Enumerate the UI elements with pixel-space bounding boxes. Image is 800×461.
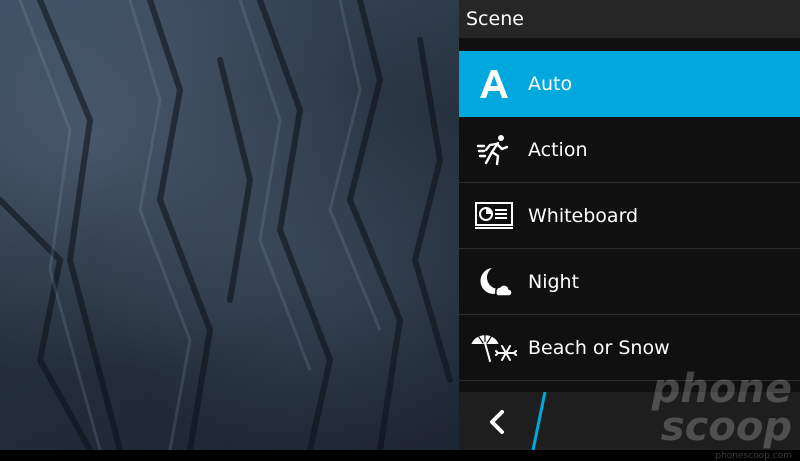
- moon-cloud-icon: [459, 265, 528, 299]
- phonescoop-watermark: phone scoop phonescoop.com: [651, 366, 792, 461]
- watermark-line-1: phone: [651, 366, 792, 412]
- scene-item-action[interactable]: Action: [459, 117, 800, 183]
- watermark-line-2: scoop: [660, 404, 792, 450]
- action-bar-divider: [531, 392, 547, 450]
- umbrella-snowflake-icon: [459, 331, 528, 365]
- scene-item-label: Beach or Snow: [528, 336, 670, 359]
- scene-item-night[interactable]: Night: [459, 249, 800, 315]
- scene-item-label: Whiteboard: [528, 204, 639, 227]
- back-button[interactable]: [477, 402, 517, 442]
- chevron-left-icon: [490, 410, 504, 434]
- scene-item-auto[interactable]: Auto: [459, 51, 800, 117]
- auto-a-icon: [459, 67, 528, 101]
- watermark-url: phonescoop.com: [715, 451, 792, 461]
- scene-list: Auto Action Whiteboard Night Beach or Sn…: [459, 51, 800, 381]
- scene-item-label: Auto: [528, 72, 573, 95]
- mountain-texture: [0, 0, 453, 450]
- scene-item-label: Action: [528, 138, 588, 161]
- running-person-icon: [459, 132, 528, 168]
- whiteboard-icon: [459, 201, 528, 231]
- camera-viewfinder[interactable]: [0, 0, 459, 450]
- scene-item-label: Night: [528, 270, 580, 293]
- scene-panel-title: Scene: [459, 0, 800, 38]
- scene-item-whiteboard[interactable]: Whiteboard: [459, 183, 800, 249]
